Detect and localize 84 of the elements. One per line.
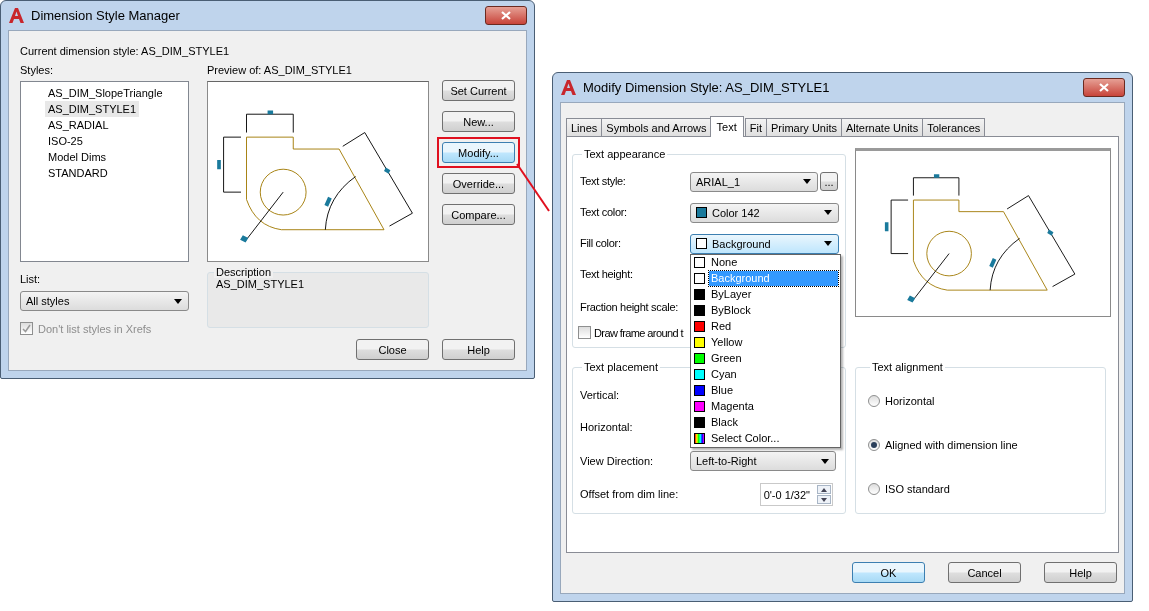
app-logo-icon xyxy=(8,7,25,24)
field-label: Fill color: xyxy=(580,236,622,251)
radio-button[interactable] xyxy=(868,395,880,407)
tab[interactable]: Lines xyxy=(566,118,603,136)
frame-checkbox[interactable] xyxy=(578,326,591,339)
color-option[interactable]: ByBlock xyxy=(691,302,840,319)
style-item[interactable]: AS_DIM_SlopeTriangle xyxy=(45,85,166,101)
offset-spinner[interactable]: 0'-0 1/32" xyxy=(759,483,833,506)
tab[interactable]: Fit xyxy=(744,118,767,136)
tab[interactable]: Symbols and Arrows xyxy=(601,118,712,136)
color-option[interactable]: None xyxy=(691,254,840,271)
style-item[interactable]: STANDARD xyxy=(45,165,111,181)
side-button[interactable]: Set Current xyxy=(442,80,515,101)
group-title: Text appearance xyxy=(583,148,667,160)
text-color-dropdown[interactable]: Color 142 xyxy=(690,202,839,223)
description-label: Description xyxy=(214,266,274,278)
dialog-button[interactable]: Close xyxy=(356,339,429,360)
color-option[interactable]: Cyan xyxy=(691,366,840,383)
list-dropdown[interactable]: All styles xyxy=(20,291,189,311)
spin-down-icon[interactable] xyxy=(817,495,831,504)
field-label: Text color: xyxy=(580,205,628,220)
preview-label: Preview of: AS_DIM_STYLE1 xyxy=(207,63,353,78)
dialog-button[interactable]: Cancel xyxy=(948,562,1021,583)
current-style-label: Current dimension style: AS_DIM_STYLE1 xyxy=(20,44,231,59)
caret-icon xyxy=(824,210,832,215)
style-item[interactable]: AS_DIM_STYLE1 xyxy=(45,101,140,117)
color-option[interactable]: Green xyxy=(691,350,840,367)
checkbox-label: Draw frame around t xyxy=(594,326,683,339)
radio-label: ISO standard xyxy=(885,483,950,495)
tab[interactable]: Primary Units xyxy=(766,118,842,136)
field-label: Fraction height scale: xyxy=(580,299,679,315)
color-option[interactable]: Select Color... xyxy=(691,430,840,447)
style-item[interactable]: AS_RADIAL xyxy=(45,117,112,133)
list-label: List: xyxy=(20,272,42,287)
color-option[interactable]: Blue xyxy=(691,382,840,399)
caret-icon xyxy=(821,458,829,464)
color-option[interactable]: Magenta xyxy=(691,398,840,415)
field-label: Vertical: xyxy=(580,387,621,403)
field-label: Text style: xyxy=(580,174,627,189)
color-option[interactable]: Yellow xyxy=(691,334,840,351)
dialog-button[interactable]: Help xyxy=(442,339,515,360)
radio-label: Horizontal xyxy=(885,395,935,407)
browse-button[interactable]: ... xyxy=(820,172,838,191)
radio-button[interactable] xyxy=(868,439,880,451)
color-wheel-icon xyxy=(694,433,705,444)
radio-label: Aligned with dimension line xyxy=(885,439,1018,451)
color-option[interactable]: Black xyxy=(691,414,840,431)
side-button[interactable]: Compare... xyxy=(442,204,515,225)
side-button[interactable]: New... xyxy=(442,111,515,132)
close-icon xyxy=(1099,83,1109,92)
style-item[interactable]: Model Dims xyxy=(45,149,110,165)
field-label: Horizontal: xyxy=(580,419,634,435)
fill-color-dropdown[interactable]: Background xyxy=(690,233,839,254)
tab[interactable]: Alternate Units xyxy=(841,118,924,136)
xrefs-label: Don't list styles in Xrefs xyxy=(38,322,152,335)
caret-icon xyxy=(803,179,811,184)
radio-button[interactable] xyxy=(868,483,880,495)
field-label: View Direction: xyxy=(580,453,655,469)
caret-icon xyxy=(174,298,182,304)
close-button[interactable] xyxy=(485,6,527,25)
dialog-button[interactable]: OK xyxy=(852,562,925,583)
description-text: AS_DIM_STYLE1 xyxy=(216,278,306,290)
tab[interactable]: Tolerances xyxy=(922,118,986,136)
side-button[interactable]: Modify... xyxy=(442,142,515,163)
text-style-dropdown[interactable]: ARIAL_1 xyxy=(690,171,818,192)
app-logo-icon xyxy=(560,79,577,96)
window-title: Modify Dimension Style: AS_DIM_STYLE1 xyxy=(583,80,831,95)
style-item[interactable]: ISO-25 xyxy=(45,133,86,149)
field-label: Offset from dim line: xyxy=(580,487,680,502)
tab[interactable]: Text xyxy=(709,116,744,137)
color-option[interactable]: ByLayer xyxy=(691,286,840,303)
dialog-button[interactable]: Help xyxy=(1044,562,1117,583)
close-button[interactable] xyxy=(1083,78,1125,97)
field-label: Text height: xyxy=(580,267,634,282)
color-option[interactable]: Red xyxy=(691,318,840,335)
styles-label: Styles: xyxy=(20,63,54,78)
side-button[interactable]: Override... xyxy=(442,173,515,194)
group-title: Text placement xyxy=(583,361,659,373)
close-icon xyxy=(501,11,511,20)
caret-icon xyxy=(824,241,832,246)
group-title: Text alignment xyxy=(871,361,944,373)
window-title: Dimension Style Manager xyxy=(31,8,181,23)
view-direction-dropdown[interactable]: Left-to-Right xyxy=(690,451,836,471)
spin-up-icon[interactable] xyxy=(817,485,831,494)
